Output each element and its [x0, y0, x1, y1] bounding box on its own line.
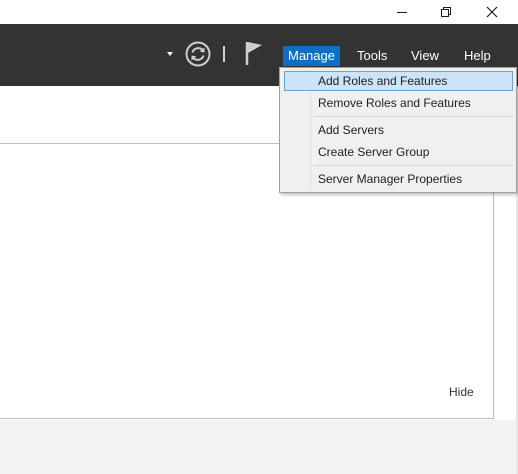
minimize-button[interactable] [380, 0, 424, 24]
manage-dropdown-menu: Add Roles and Features Remove Roles and … [279, 67, 517, 193]
menu-view[interactable]: View [406, 46, 444, 66]
dropdown-arrow-icon[interactable] [167, 52, 173, 56]
minimize-icon [397, 12, 407, 13]
menu-separator [314, 116, 513, 117]
menu-item-add-roles-and-features[interactable]: Add Roles and Features [284, 71, 513, 91]
menu-separator [314, 165, 513, 166]
content-bottom-area [0, 420, 518, 474]
menu-item-label: Remove Roles and Features [318, 96, 471, 110]
menu-item-server-manager-properties[interactable]: Server Manager Properties [284, 169, 513, 189]
menu-item-label: Add Roles and Features [318, 74, 448, 88]
menu-item-remove-roles-and-features[interactable]: Remove Roles and Features [284, 93, 513, 113]
hide-link[interactable]: Hide [449, 385, 474, 399]
restore-icon [441, 7, 451, 17]
menu-item-create-server-group[interactable]: Create Server Group [284, 142, 513, 162]
menu-item-label: Create Server Group [318, 145, 430, 159]
toolbar-separator [223, 46, 225, 62]
close-icon [486, 6, 498, 18]
menu-manage[interactable]: Manage [283, 46, 340, 66]
restore-button[interactable] [424, 0, 468, 24]
refresh-icon[interactable] [185, 41, 211, 67]
menu-item-add-servers[interactable]: Add Servers [284, 120, 513, 140]
notification-flag-icon[interactable] [244, 40, 264, 66]
title-bar [0, 0, 518, 24]
close-button[interactable] [470, 0, 514, 24]
menu-item-label: Server Manager Properties [318, 172, 463, 186]
menu-tools[interactable]: Tools [352, 46, 392, 66]
menu-help[interactable]: Help [459, 46, 496, 66]
menu-item-label: Add Servers [318, 123, 385, 137]
